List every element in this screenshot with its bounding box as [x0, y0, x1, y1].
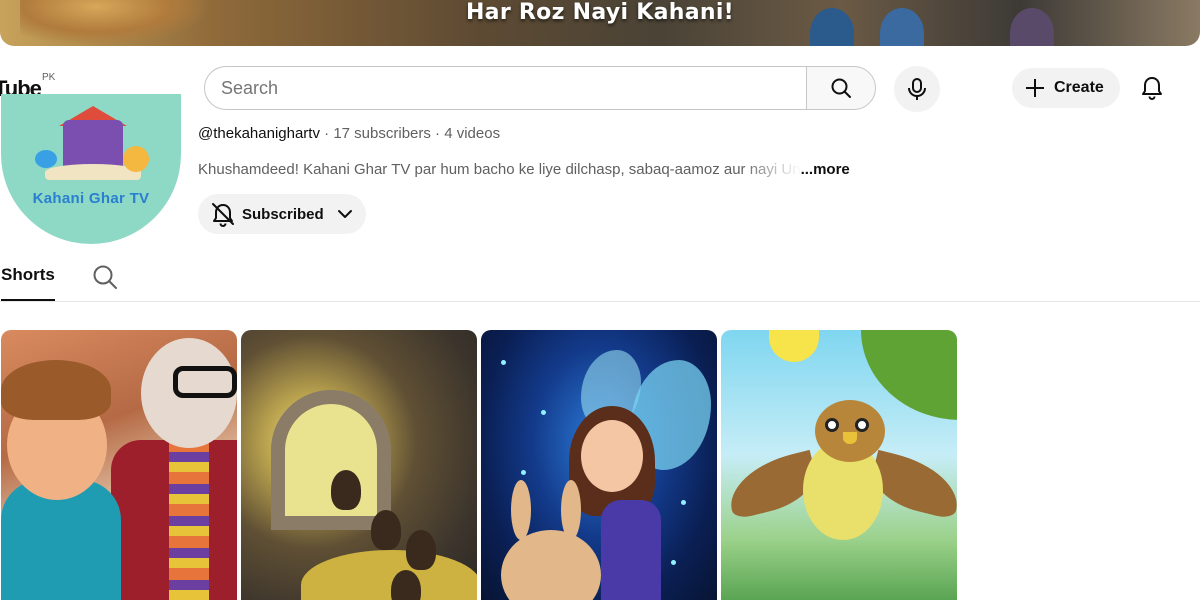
- thumbnail-art: [169, 440, 209, 600]
- thumbnail-art: [173, 366, 237, 398]
- search-input[interactable]: [221, 67, 791, 109]
- avatar-cat: [123, 146, 149, 172]
- channel-tabs: Shorts: [0, 256, 1200, 302]
- meta-separator: ·: [435, 125, 441, 142]
- thumbnail-art: [601, 500, 661, 600]
- notifications-button[interactable]: [1132, 68, 1172, 108]
- banner-title: Har Roz Nayi Kahani!: [465, 0, 735, 25]
- thumbnail-art: [521, 470, 526, 475]
- logo-country-code: PK: [42, 72, 56, 83]
- channel-description[interactable]: Khushamdeed! Kahani Ghar TV par hum bach…: [198, 161, 878, 178]
- video-count: 4 videos: [444, 125, 501, 142]
- channel-description-text: Khushamdeed! Kahani Ghar TV par hum bach…: [198, 161, 801, 178]
- thumbnail-art: [541, 410, 546, 415]
- create-label: Create: [1054, 79, 1104, 96]
- thumbnail-art: [331, 470, 361, 510]
- mic-icon: [908, 78, 926, 100]
- thumbnail-art: [501, 530, 601, 600]
- avatar-bird: [35, 150, 57, 168]
- bell-off-icon: [212, 203, 234, 227]
- search-button[interactable]: [806, 66, 876, 110]
- search-icon: [831, 78, 851, 98]
- thumbnail-art: [371, 510, 401, 550]
- subscribed-button[interactable]: Subscribed: [198, 194, 366, 234]
- thumbnail-art: [855, 418, 869, 432]
- meta-separator: ·: [324, 125, 330, 142]
- create-button[interactable]: Create: [1012, 68, 1120, 108]
- subscribed-label: Subscribed: [242, 205, 324, 223]
- channel-banner: Har Roz Nayi Kahani!: [0, 0, 1200, 46]
- chevron-down-icon: [337, 210, 352, 218]
- channel-meta: @thekahanighartv · 17 subscribers · 4 vi…: [198, 125, 500, 142]
- voice-search-button[interactable]: [894, 66, 940, 112]
- subscriber-count: 17 subscribers: [333, 125, 431, 142]
- channel-search-icon[interactable]: [92, 264, 118, 290]
- thumbnail-art: [843, 432, 857, 444]
- short-thumbnail-fairy-bunny[interactable]: [481, 330, 717, 600]
- thumbnail-art: [406, 530, 436, 570]
- thumbnail-art: [581, 420, 643, 492]
- description-more-link[interactable]: ...more: [801, 161, 850, 178]
- thumbnail-art: [301, 550, 477, 600]
- plus-icon: [1026, 79, 1044, 97]
- active-tab-indicator: [1, 299, 55, 301]
- thumbnail-art: [769, 330, 819, 362]
- short-thumbnail-flying-owl[interactable]: [721, 330, 957, 600]
- bell-icon: [1142, 77, 1162, 100]
- thumbnail-art: [501, 360, 506, 365]
- avatar-channel-name: Kahani Ghar TV: [32, 190, 150, 207]
- channel-avatar[interactable]: Kahani Ghar TV: [1, 94, 181, 244]
- tab-shorts[interactable]: Shorts: [1, 265, 55, 285]
- thumbnail-art: [681, 500, 686, 505]
- thumbnail-art: [1, 360, 111, 420]
- thumbnail-art: [271, 390, 391, 530]
- thumbnail-art: [671, 560, 676, 565]
- thumbnail-art: [815, 400, 885, 462]
- shorts-grid: [1, 330, 961, 600]
- thumbnail-art: [511, 480, 531, 540]
- channel-handle[interactable]: @thekahanighartv: [198, 125, 320, 142]
- search-box[interactable]: [204, 66, 806, 110]
- short-thumbnail-boy-grandmother[interactable]: [1, 330, 237, 600]
- thumbnail-art: [825, 418, 839, 432]
- short-thumbnail-cave-treasure[interactable]: [241, 330, 477, 600]
- thumbnail-art: [861, 330, 957, 420]
